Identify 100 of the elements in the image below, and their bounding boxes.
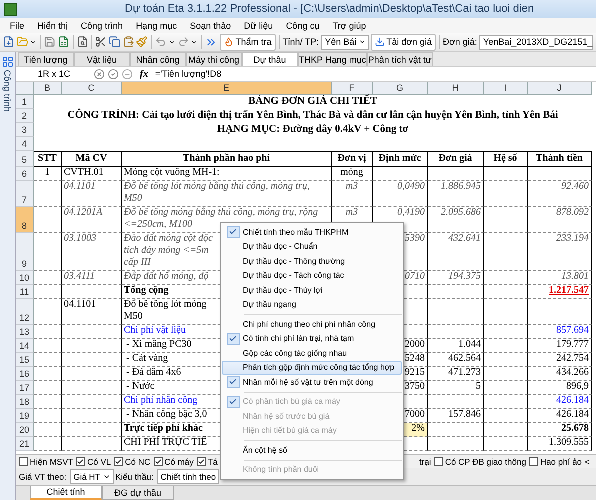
column-header[interactable]: C (62, 82, 122, 95)
row-header[interactable]: 8 (16, 207, 34, 233)
empty-cell (484, 395, 528, 409)
table-cell: Đơn giá (428, 151, 484, 167)
menu-item[interactable]: Phân tích gộp định mức công tác tổng hợp (222, 360, 402, 375)
row-header[interactable]: 14 (16, 339, 34, 353)
row-header[interactable]: 18 (16, 395, 34, 409)
caret-icon[interactable] (191, 38, 198, 46)
menu-item[interactable]: Hiển thị (38, 20, 68, 30)
row-header[interactable]: 11 (16, 285, 34, 299)
row-header[interactable]: 9 (16, 233, 34, 271)
column-header[interactable]: I (484, 82, 528, 95)
tab[interactable]: Máy thi công (186, 52, 242, 66)
row-header[interactable]: 5 (16, 151, 34, 167)
function-button[interactable]: fx (140, 68, 148, 80)
column-header[interactable]: E (122, 82, 332, 95)
province-label: Tỉnh/ TP: (282, 37, 320, 47)
column-header[interactable]: H (428, 82, 484, 95)
sheet-tab[interactable]: ĐG dự thầu (102, 486, 174, 500)
tab[interactable]: Dự thầu (242, 52, 298, 66)
table-cell: 157.846 (428, 409, 484, 423)
grid-icon[interactable] (2, 56, 14, 68)
row-header[interactable]: 4 (16, 137, 34, 151)
checkbox-label: Có máy (164, 456, 194, 466)
column-header[interactable]: B (34, 82, 62, 95)
menu-item[interactable]: File (10, 20, 25, 30)
price-basis-select[interactable]: Giá HT (70, 469, 114, 484)
empty-cell (484, 325, 528, 339)
row-header[interactable]: 7 (16, 181, 34, 207)
row-header[interactable]: 20 (16, 423, 34, 437)
province-select[interactable]: Yên Bái (321, 34, 369, 50)
checkbox[interactable] (529, 457, 538, 466)
bid-type-select[interactable]: Chiết tính theo (156, 469, 220, 484)
column-header[interactable]: J (528, 82, 592, 95)
row-header[interactable]: 19 (16, 409, 34, 423)
side-panel-tab[interactable]: Công trình (2, 70, 12, 112)
tab[interactable]: Nhân công (130, 52, 186, 66)
table-cell: Đơn vị (332, 151, 373, 167)
cut-icon[interactable] (95, 36, 107, 48)
checkbox[interactable] (434, 457, 444, 466)
row-header[interactable]: 15 (16, 353, 34, 367)
checkbox[interactable] (154, 457, 163, 466)
row-header[interactable]: 10 (16, 271, 34, 285)
sheet-title: BẢNG ĐƠN GIÁ CHI TIẾT (248, 95, 378, 109)
checkbox[interactable] (114, 457, 124, 466)
save-icon[interactable] (44, 36, 56, 48)
preview-icon[interactable] (76, 36, 88, 48)
scroll-arrow[interactable]: < (585, 456, 590, 466)
new-file-icon[interactable] (3, 36, 15, 48)
window-title: Dự toán Eta 3.1.1.22 Professional - [C:\Users\admin\Desktop\aTest\Cai tao luoi dien (125, 3, 534, 15)
empty-cell (484, 181, 528, 207)
load-prices-button[interactable]: Tải đơn giá (370, 34, 436, 50)
copy-icon[interactable] (108, 36, 121, 48)
row-header[interactable]: 12 (16, 299, 34, 325)
empty-cell (34, 233, 62, 271)
checkbox-label: trại (420, 456, 432, 466)
paste-icon[interactable] (122, 36, 134, 48)
formula-field[interactable]: ='Tiên lượng'!D8 (155, 69, 222, 79)
confirm-icon[interactable] (108, 68, 119, 80)
row-header[interactable]: 16 (16, 367, 34, 381)
row-header[interactable]: 6 (16, 167, 34, 181)
row-header[interactable]: 2 (16, 109, 34, 123)
table-cell: 03.1003 (62, 233, 122, 271)
tab[interactable]: Phân tích vật tư (367, 52, 433, 66)
brush-icon[interactable] (136, 36, 148, 48)
table-cell: 432.641 (428, 233, 484, 271)
table-cell: 1.886.945 (428, 181, 484, 207)
column-header[interactable]: F (332, 82, 373, 95)
table-cell: 426.184 (528, 395, 592, 409)
menu-item[interactable]: Trợ giúp (332, 20, 366, 30)
caret-icon[interactable] (168, 38, 176, 46)
row-header[interactable]: 17 (16, 381, 34, 395)
menu-item[interactable]: Soạn thảo (190, 20, 232, 30)
checkbox[interactable] (19, 457, 28, 466)
spreadsheet-icon[interactable] (58, 36, 70, 48)
tab[interactable]: THKP Hạng mục (298, 52, 368, 66)
empty-cell (484, 285, 528, 299)
review-button[interactable]: Thẩm tra (220, 34, 276, 50)
menu-item[interactable]: Công cụ (286, 20, 320, 30)
checkbox[interactable] (76, 457, 86, 466)
menu-item[interactable]: Công trình (81, 20, 124, 30)
menu-item[interactable]: Dữ liệu (244, 20, 274, 30)
price-set-field[interactable]: YenBai_2013XD_DG2151_ (479, 34, 593, 50)
row-header[interactable]: 1 (16, 95, 34, 109)
checkbox[interactable] (196, 457, 206, 466)
row-header[interactable]: 21 (16, 437, 34, 451)
caret-icon (358, 38, 366, 46)
column-header[interactable]: G (373, 82, 428, 95)
table-cell: Thành phần hao phí (122, 151, 332, 167)
row-header[interactable]: 13 (16, 325, 34, 339)
sheet-title: HẠNG MỤC: Đường dây 0.4kV + Công tơ (216, 123, 410, 137)
table-cell: 233.194 (528, 233, 592, 271)
menu-item[interactable]: Hạng mục (136, 20, 178, 30)
row-header[interactable]: 3 (16, 123, 34, 137)
tab[interactable]: Tiên lượng (18, 52, 74, 66)
tab[interactable]: Vật liệu (74, 52, 130, 66)
sheet-tab[interactable]: Chiết tính (30, 486, 102, 500)
cancel-icon[interactable] (94, 68, 105, 80)
caret-icon[interactable] (30, 38, 38, 46)
empty-cell (484, 353, 528, 367)
